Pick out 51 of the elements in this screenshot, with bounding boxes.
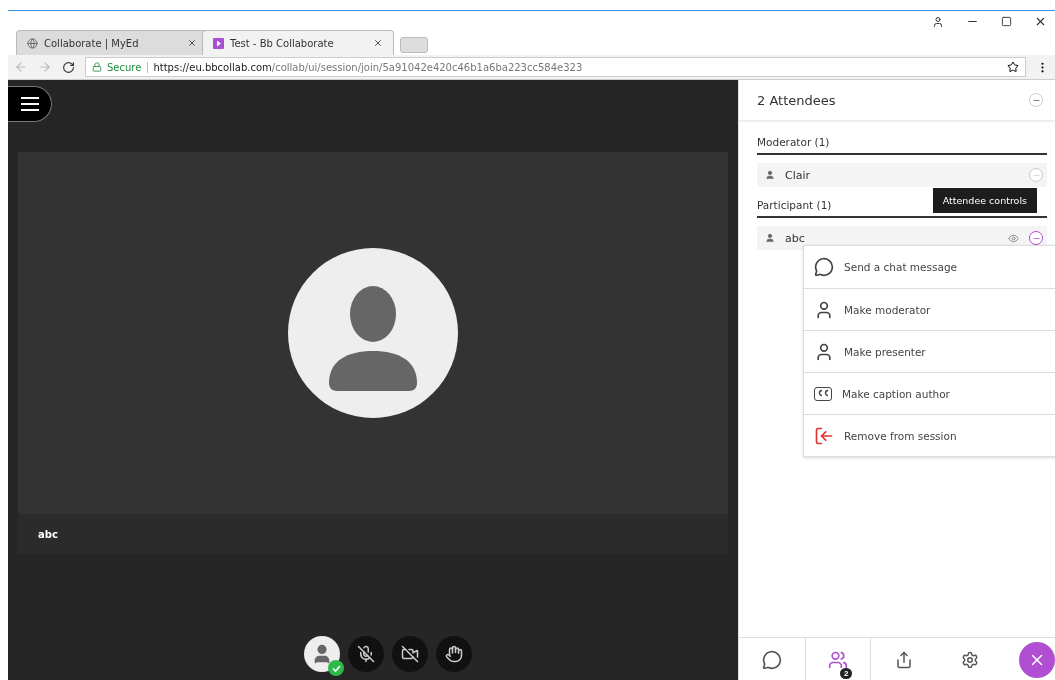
url-text: https://eu.bbcollab.com/collab/ui/session/join/5a91042e420c46b1a6ba223cc584e323 xyxy=(153,61,583,73)
camera-button[interactable] xyxy=(392,636,428,672)
profile-icon[interactable] xyxy=(932,15,944,28)
close-icon[interactable] xyxy=(1034,15,1047,28)
menu-item[interactable]: Make moderator xyxy=(804,288,1055,330)
menu-item[interactable]: Remove from session xyxy=(804,414,1055,456)
attendee-name: abc xyxy=(785,231,806,245)
menu-item[interactable]: Send a chat message xyxy=(804,246,1055,288)
collapse-button[interactable] xyxy=(1029,93,1043,107)
person-icon xyxy=(765,233,775,243)
hand-icon xyxy=(445,645,463,663)
reload-icon[interactable] xyxy=(62,60,75,74)
tooltip: Attendee controls xyxy=(932,188,1037,213)
avatar-icon xyxy=(288,248,458,418)
chat-bubble-icon xyxy=(814,257,834,277)
person-icon xyxy=(765,170,775,180)
globe-icon xyxy=(27,37,38,49)
secure-label: Secure xyxy=(107,61,149,73)
caption-icon xyxy=(814,386,832,401)
menu-item[interactable]: Make presenter xyxy=(804,330,1055,372)
browser-tab[interactable]: Test - Bb Collaborate xyxy=(202,30,394,55)
menu-item[interactable]: Make caption author xyxy=(804,372,1055,414)
eye-icon xyxy=(1008,232,1019,244)
count-badge: 2 xyxy=(840,668,853,679)
exit-door-icon xyxy=(814,425,834,446)
camera-off-icon xyxy=(401,645,419,663)
attendee-name: Clair xyxy=(785,168,812,182)
check-badge-icon xyxy=(328,660,344,676)
leave-session-button[interactable] xyxy=(1019,641,1055,678)
lock-icon xyxy=(92,62,102,72)
play-logo-icon xyxy=(213,37,224,49)
chat-icon xyxy=(762,649,782,670)
close-tab-icon[interactable] xyxy=(373,38,383,48)
close-tab-icon[interactable] xyxy=(187,38,197,48)
participant-name: abc xyxy=(38,528,58,540)
bookmark-star-icon[interactable] xyxy=(1007,61,1019,73)
microphone-button[interactable] xyxy=(348,636,384,672)
maximize-icon[interactable] xyxy=(1001,16,1012,27)
address-field[interactable]: Secure https://eu.bbcollab.com/collab/ui/session/join/5a91042e420c46b1a6ba223cc584e323 xyxy=(85,57,1026,77)
panel-title: 2 Attendees xyxy=(757,92,836,108)
raise-hand-button[interactable] xyxy=(436,636,472,672)
share-icon xyxy=(895,650,913,669)
attendees-icon xyxy=(828,649,848,670)
group-heading: Moderator (1) xyxy=(757,132,1047,155)
menu-icon xyxy=(19,97,40,111)
menu-button[interactable] xyxy=(8,86,52,122)
attendee-row[interactable]: Clair xyxy=(757,163,1047,187)
settings-icon xyxy=(961,650,979,669)
panel-tab[interactable]: 2 xyxy=(805,638,871,680)
attendee-controls-button[interactable] xyxy=(1029,231,1043,245)
microphone-off-icon xyxy=(357,645,375,663)
